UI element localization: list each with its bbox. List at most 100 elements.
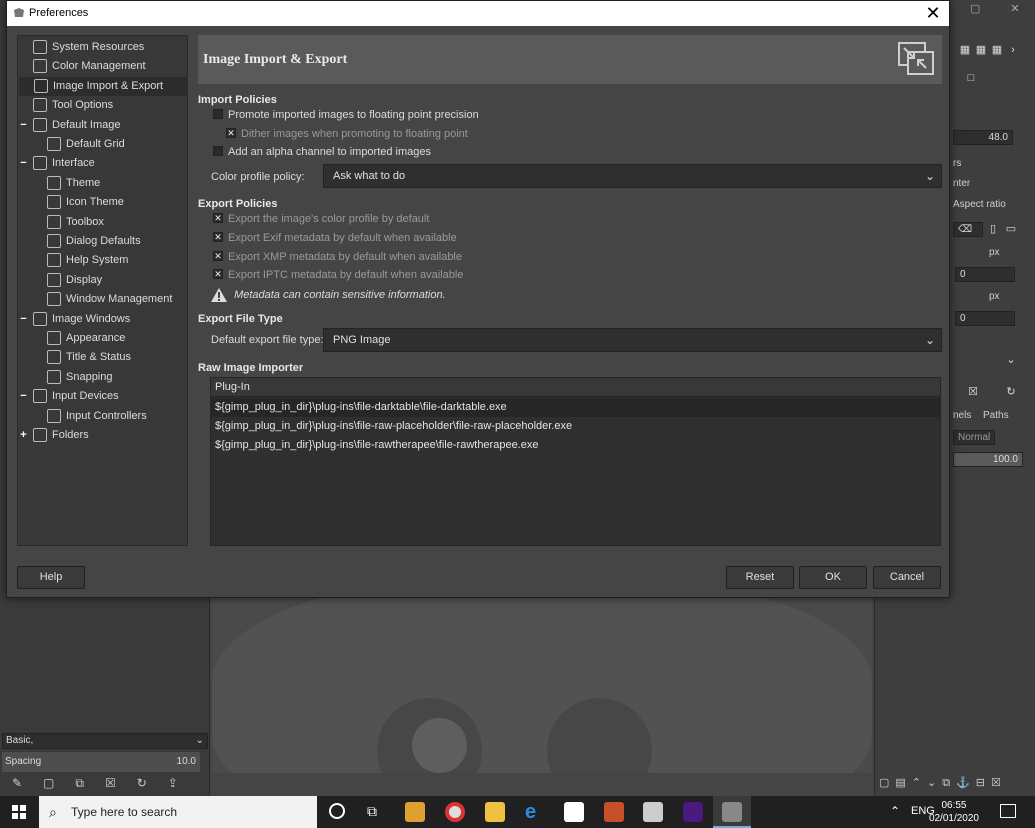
gimp-icon bbox=[722, 802, 742, 822]
chevron-right-icon[interactable]: › bbox=[1007, 44, 1019, 56]
tree-item-label: Appearance bbox=[66, 332, 126, 344]
gimp-taskbar-button[interactable] bbox=[713, 796, 751, 828]
tree-item-icon bbox=[33, 40, 47, 55]
color-profile-policy-label: Color profile policy: bbox=[211, 171, 305, 183]
tree-item[interactable]: Icon Theme bbox=[18, 193, 124, 212]
opacity-slider[interactable]: 100.0 bbox=[953, 452, 1023, 467]
notifications-icon[interactable] bbox=[1000, 804, 1016, 818]
position-x-field[interactable]: 0 bbox=[955, 267, 1015, 282]
brush-preset-combo[interactable]: Basic, ⌄ bbox=[2, 733, 208, 749]
chevron-up-icon[interactable]: ⌃ bbox=[890, 804, 900, 818]
chevron-down-icon[interactable]: ⌄ bbox=[1005, 354, 1017, 366]
edge-icon[interactable]: e bbox=[525, 802, 545, 822]
layer-mode-combo[interactable]: Normal bbox=[953, 430, 995, 445]
gimp-window-controls[interactable]: ▢✕ bbox=[970, 2, 1030, 16]
collapse-icon[interactable]: − bbox=[19, 391, 28, 402]
size-field[interactable]: 48.0 bbox=[953, 130, 1013, 145]
table-row[interactable]: ${gimp_plug_in_dir}\plug-ins\file-raw-pl… bbox=[211, 417, 940, 436]
tree-item[interactable]: Default Grid bbox=[18, 135, 125, 154]
cortana-icon[interactable] bbox=[329, 803, 345, 819]
tree-item[interactable]: Color Management bbox=[18, 57, 146, 76]
layers-bottom-icons[interactable]: ▢▤⌃⌄⧉⚓⊟☒ bbox=[879, 776, 1031, 792]
default-export-file-type-combo[interactable]: PNG Image ⌄ bbox=[323, 328, 942, 352]
tree-item[interactable]: Title & Status bbox=[18, 348, 131, 367]
chrome-icon[interactable] bbox=[445, 802, 465, 822]
unit-combo[interactable]: px bbox=[989, 247, 1000, 258]
promote-checkbox[interactable]: Promote imported images to floating poin… bbox=[213, 107, 479, 123]
color-profile-policy-combo[interactable]: Ask what to do ⌄ bbox=[323, 164, 942, 188]
ok-button[interactable]: OK bbox=[799, 566, 867, 589]
position-y-field[interactable]: 0 bbox=[955, 311, 1015, 326]
document-icon[interactable]: ▯ bbox=[987, 223, 999, 235]
toolbox-bottom-icons[interactable]: ✎▢⧉☒↻⇪ bbox=[12, 776, 202, 792]
grid-icon[interactable]: ▦ bbox=[991, 44, 1003, 56]
aspect-ratio-combo[interactable]: Aspect ratio bbox=[953, 199, 1006, 210]
tree-item[interactable]: Image Import & Export bbox=[19, 76, 188, 96]
tree-item[interactable]: Toolbox bbox=[18, 213, 104, 232]
tree-item-icon bbox=[47, 292, 61, 307]
close-icon[interactable]: ✕ bbox=[923, 3, 943, 23]
tree-item[interactable]: Display bbox=[18, 271, 102, 290]
tree-item[interactable]: Dialog Defaults bbox=[18, 232, 141, 251]
square-icon[interactable]: □ bbox=[965, 72, 977, 84]
app-icon[interactable] bbox=[683, 802, 703, 822]
collapse-icon[interactable]: − bbox=[19, 313, 28, 324]
field-clear-icon[interactable]: ⌫ bbox=[953, 222, 983, 237]
collapse-icon[interactable]: − bbox=[19, 119, 28, 130]
tree-item[interactable]: System Resources bbox=[18, 38, 144, 57]
tree-item[interactable]: Default Image bbox=[18, 116, 120, 135]
preview-icon[interactable]: ▭ bbox=[1005, 223, 1017, 235]
media-app-icon[interactable] bbox=[405, 802, 425, 822]
import-export-icon bbox=[898, 42, 934, 75]
export-exif-checkbox[interactable]: ✕ Export Exif metadata by default when av… bbox=[213, 230, 457, 246]
dither-checkbox[interactable]: ✕ Dither images when promoting to floatin… bbox=[226, 126, 468, 142]
reset-button[interactable]: Reset bbox=[726, 566, 794, 589]
tree-item[interactable]: Theme bbox=[18, 174, 100, 193]
grid-icon[interactable]: ▦ bbox=[959, 44, 971, 56]
collapse-icon[interactable]: − bbox=[19, 158, 28, 169]
grid-icon[interactable]: ▦ bbox=[975, 44, 987, 56]
table-row[interactable]: ${gimp_plug_in_dir}\plug-ins\file-rawthe… bbox=[211, 436, 940, 455]
tree-item[interactable]: Snapping bbox=[18, 368, 113, 387]
tree-item-label: Window Management bbox=[66, 293, 173, 306]
tree-item-label: Theme bbox=[66, 176, 101, 189]
export-xmp-checkbox[interactable]: ✕ Export XMP metadata by default when ava… bbox=[213, 249, 462, 265]
mail-icon[interactable] bbox=[564, 802, 584, 822]
help-button[interactable]: Help bbox=[17, 566, 85, 589]
task-view-icon[interactable]: ⧉ bbox=[367, 803, 377, 820]
spacing-slider[interactable]: Spacing 10.0 bbox=[2, 752, 200, 772]
export-color-profile-checkbox[interactable]: ✕ Export the image's color profile by def… bbox=[213, 211, 429, 227]
image-canvas[interactable] bbox=[212, 598, 872, 773]
cancel-button[interactable]: Cancel bbox=[873, 566, 941, 589]
table-row[interactable]: ${gimp_plug_in_dir}\plug-ins\file-darkta… bbox=[211, 398, 940, 417]
file-explorer-icon[interactable] bbox=[485, 802, 505, 822]
taskbar-search-box[interactable]: ⌕ Type here to search bbox=[39, 796, 317, 828]
tree-item[interactable]: Input Devices bbox=[18, 387, 119, 406]
tree-item[interactable]: Interface bbox=[18, 154, 95, 173]
tab-paths[interactable]: Paths bbox=[983, 410, 1009, 421]
tab-channels[interactable]: nels bbox=[953, 410, 971, 421]
tree-item[interactable]: Input Controllers bbox=[18, 407, 147, 426]
tree-item-icon bbox=[47, 331, 61, 346]
reset-icon[interactable]: ↻ bbox=[1005, 386, 1017, 398]
app-icon[interactable] bbox=[604, 802, 624, 822]
system-clock[interactable]: 06:55 02/01/2020 bbox=[929, 799, 979, 825]
tree-item[interactable]: Window Management bbox=[18, 290, 172, 309]
tree-item-label: Interface bbox=[52, 157, 95, 170]
plugin-column-header[interactable]: Plug-In bbox=[211, 378, 940, 397]
tree-item[interactable]: Image Windows bbox=[18, 310, 130, 329]
export-iptc-checkbox[interactable]: ✕ Export IPTC metadata by default when av… bbox=[213, 267, 463, 283]
expand-icon[interactable]: + bbox=[19, 430, 28, 441]
tree-item-label: Image Windows bbox=[52, 312, 131, 325]
tree-item[interactable]: Folders bbox=[18, 426, 89, 445]
unit-combo[interactable]: px bbox=[989, 291, 1000, 302]
alpha-checkbox[interactable]: Add an alpha channel to imported images bbox=[213, 144, 431, 160]
windows-start-icon[interactable] bbox=[12, 805, 26, 819]
tree-item[interactable]: Help System bbox=[18, 251, 128, 270]
tree-item-icon bbox=[47, 350, 61, 365]
panda-app-icon[interactable] bbox=[643, 802, 663, 822]
close-icon[interactable]: ☒ bbox=[967, 386, 979, 398]
tree-item[interactable]: Appearance bbox=[18, 329, 125, 348]
tree-item[interactable]: Tool Options bbox=[18, 96, 113, 115]
tree-item-icon bbox=[33, 311, 47, 326]
